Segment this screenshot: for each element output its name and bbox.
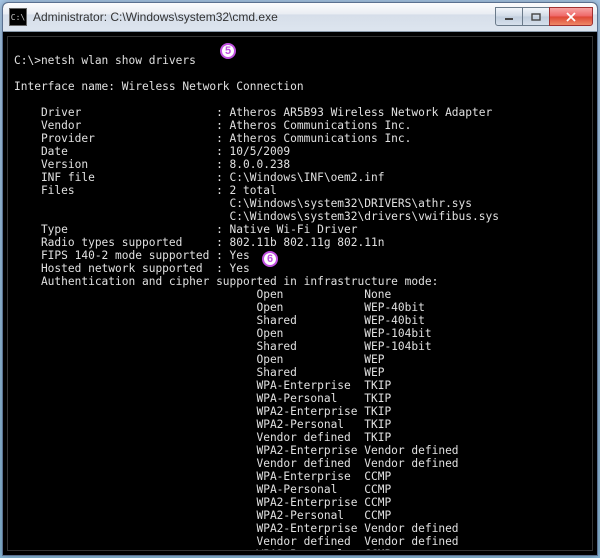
close-button[interactable] <box>549 7 593 26</box>
minimize-button[interactable] <box>495 7 523 26</box>
window-title: Administrator: C:\Windows\system32\cmd.e… <box>33 10 496 24</box>
app-icon: C:\ <box>9 8 27 26</box>
titlebar[interactable]: C:\ Administrator: C:\Windows\system32\c… <box>3 3 597 32</box>
cmd-window: C:\ Administrator: C:\Windows\system32\c… <box>2 2 598 556</box>
annotation-marker-5: 5 <box>220 43 236 59</box>
console-area[interactable]: C:\>netsh wlan show drivers Interface na… <box>7 36 593 551</box>
annotation-marker-6: 6 <box>262 251 278 267</box>
maximize-button[interactable] <box>522 7 550 26</box>
window-controls <box>496 7 593 27</box>
console-output: C:\>netsh wlan show drivers Interface na… <box>8 37 592 551</box>
